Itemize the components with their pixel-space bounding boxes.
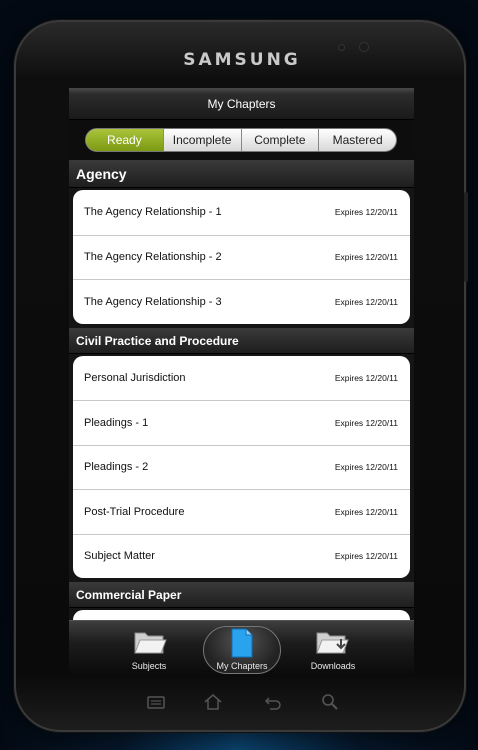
chapter-title: The Agency Relationship - 1 bbox=[84, 206, 222, 219]
segmented-control: Ready Incomplete Complete Mastered bbox=[85, 128, 397, 152]
tab-ready[interactable]: Ready bbox=[86, 129, 163, 151]
chapter-list[interactable]: Agency The Agency Relationship - 1 Expir… bbox=[69, 160, 414, 620]
list-item[interactable]: Pleadings - 1 Expires 12/20/11 bbox=[73, 400, 410, 445]
search-icon[interactable] bbox=[318, 690, 342, 714]
section-card bbox=[73, 610, 410, 620]
chapter-title: Pleadings - 1 bbox=[84, 416, 149, 429]
expiry-date: Expires 12/20/11 bbox=[334, 462, 398, 473]
list-item[interactable]: Post-Trial Procedure Expires 12/20/11 bbox=[73, 489, 410, 534]
section-header: Agency bbox=[69, 160, 414, 188]
nav-label: My Chapters bbox=[216, 661, 268, 671]
light-sensor bbox=[338, 44, 345, 51]
list-item[interactable]: Pleadings - 2 Expires 12/20/11 bbox=[73, 444, 410, 490]
expiry-date: Expires 12/20/11 bbox=[334, 417, 398, 428]
brand-logo: SAMSUNG bbox=[183, 50, 301, 70]
side-button[interactable] bbox=[464, 192, 468, 282]
tab-mastered[interactable]: Mastered bbox=[318, 129, 396, 151]
chapter-title: Personal Jurisdiction bbox=[84, 371, 186, 384]
expiry-date: Expires 12/20/11 bbox=[334, 506, 398, 517]
hardware-keys bbox=[16, 690, 468, 714]
status-filter: Ready Incomplete Complete Mastered bbox=[69, 120, 414, 160]
app-screen: My Chapters Ready Incomplete Complete Ma… bbox=[69, 88, 414, 676]
expiry-date: Expires 12/20/11 bbox=[334, 296, 398, 307]
chapter-title: The Agency Relationship - 3 bbox=[84, 295, 222, 308]
expiry-date: Expires 12/20/11 bbox=[334, 252, 398, 263]
chapter-title: Subject Matter bbox=[84, 550, 155, 563]
front-camera bbox=[359, 42, 369, 52]
tab-complete[interactable]: Complete bbox=[240, 129, 319, 151]
chapter-title: The Agency Relationship - 2 bbox=[84, 251, 222, 264]
list-item[interactable]: The Agency Relationship - 1 Expires 12/2… bbox=[73, 190, 410, 235]
list-item[interactable]: The Agency Relationship - 3 Expires 12/2… bbox=[73, 279, 410, 324]
expiry-date: Expires 12/20/11 bbox=[334, 551, 398, 562]
chapter-title: Pleadings - 2 bbox=[84, 461, 149, 474]
nav-label: Subjects bbox=[131, 661, 167, 671]
list-item[interactable]: Personal Jurisdiction Expires 12/20/11 bbox=[73, 356, 410, 401]
section-header: Civil Practice and Procedure bbox=[69, 327, 414, 354]
section-card: The Agency Relationship - 1 Expires 12/2… bbox=[73, 190, 410, 324]
nav-label: Downloads bbox=[310, 661, 356, 671]
home-icon[interactable] bbox=[201, 690, 225, 714]
bottom-nav: Subjects My Chapters Downloads bbox=[69, 620, 414, 676]
section-card: Personal Jurisdiction Expires 12/20/11 P… bbox=[73, 355, 410, 579]
menu-icon[interactable] bbox=[144, 690, 168, 714]
list-item[interactable]: Subject Matter Expires 12/20/11 bbox=[73, 533, 410, 579]
folder-open-icon bbox=[134, 632, 167, 654]
nav-subjects[interactable]: Subjects bbox=[109, 621, 189, 676]
document-icon bbox=[231, 628, 253, 658]
list-item[interactable]: The Agency Relationship - 2 Expires 12/2… bbox=[73, 234, 410, 280]
nav-downloads[interactable]: Downloads bbox=[293, 621, 373, 676]
chapter-title: Post-Trial Procedure bbox=[84, 505, 185, 518]
expiry-date: Expires 12/20/11 bbox=[334, 372, 398, 383]
tab-incomplete[interactable]: Incomplete bbox=[162, 129, 241, 151]
back-icon[interactable] bbox=[261, 690, 285, 714]
folder-download-icon bbox=[316, 632, 349, 654]
section-header: Commercial Paper bbox=[69, 582, 414, 608]
nav-my-chapters[interactable]: My Chapters bbox=[202, 621, 282, 676]
expiry-date: Expires 12/20/11 bbox=[334, 207, 398, 218]
page-title: My Chapters bbox=[69, 88, 414, 120]
